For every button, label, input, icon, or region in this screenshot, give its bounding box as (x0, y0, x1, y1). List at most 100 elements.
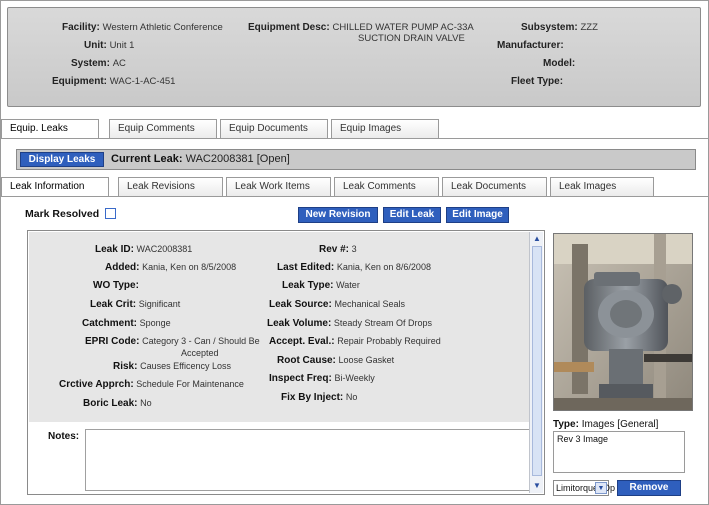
equip-desc-value-line1: CHILLED WATER PUMP AC-33A (332, 22, 474, 33)
tab-leak-documents[interactable]: Leak Documents (442, 177, 547, 197)
fix-by-inject-value: No (345, 392, 358, 402)
scroll-thumb[interactable] (532, 246, 542, 476)
image-description-text: Rev 3 Image (557, 434, 609, 444)
inspect-freq-value: Bi-Weekly (334, 373, 375, 383)
equipment-header: Facility: Western Athletic Conference Un… (7, 7, 701, 107)
image-select[interactable]: Limitorque_Op ▼ (553, 480, 615, 496)
facility-label: Facility: (62, 22, 100, 33)
rev-label: Rev #: (319, 244, 350, 255)
subtab-divider (1, 196, 709, 197)
leak-type-field: Leak Type: Water (282, 280, 360, 291)
tab-leak-images[interactable]: Leak Images (550, 177, 654, 197)
risk-label: Risk: (113, 361, 138, 372)
subsystem-value: ZZZ (580, 22, 598, 33)
mark-resolved-label: Mark Resolved (25, 208, 100, 220)
tab-leak-work-items[interactable]: Leak Work Items (226, 177, 331, 197)
model-row: Model: (543, 58, 575, 69)
equipment-value: WAC-1-AC-451 (109, 76, 176, 87)
image-type-label: Type: (553, 419, 579, 430)
unit-row: Unit: Unit 1 (84, 40, 134, 51)
display-leaks-button[interactable]: Display Leaks (20, 152, 104, 167)
leak-information-panel: Leak ID: WAC2008381 Added: Kania, Ken on… (27, 230, 545, 495)
leak-source-field: Leak Source: Mechanical Seals (269, 299, 405, 310)
image-type: Type: Images [General] (553, 419, 658, 430)
tab-leak-comments[interactable]: Leak Comments (334, 177, 439, 197)
equipment-label: Equipment: (52, 76, 107, 87)
unit-label: Unit: (84, 40, 107, 51)
mark-resolved-checkbox[interactable] (105, 208, 117, 219)
leak-volume-field: Leak Volume: Steady Stream Of Drops (267, 318, 432, 329)
leak-subtabs: Leak Information Leak Revisions Leak Wor… (1, 177, 709, 197)
leak-volume-value: Steady Stream Of Drops (333, 318, 432, 328)
subsystem-row: Subsystem: ZZZ (521, 22, 598, 33)
catchment-value: Sponge (139, 318, 171, 328)
boric-leak-value: No (140, 398, 152, 408)
current-leak-bar: Display Leaks Current Leak: WAC2008381 [… (16, 149, 696, 170)
edit-image-button[interactable]: Edit Image (446, 207, 509, 223)
crctive-apprch-field: Crctive Apprch: Schedule For Maintenance (59, 379, 244, 390)
unit-value: Unit 1 (109, 40, 135, 51)
remove-image-button[interactable]: Remove (617, 480, 681, 496)
tab-divider (1, 138, 709, 139)
tab-equip-comments[interactable]: Equip Comments (109, 119, 217, 139)
leak-crit-label: Leak Crit: (90, 299, 137, 310)
tab-equip-images[interactable]: Equip Images (331, 119, 439, 139)
rev-field: Rev #: 3 (319, 244, 357, 255)
image-description-textarea[interactable]: Rev 3 Image (553, 431, 685, 473)
chevron-down-icon[interactable]: ▼ (595, 482, 607, 494)
leak-id-value: WAC2008381 (136, 244, 193, 254)
epri-code-value: Category 3 - Can / Should Be (142, 336, 260, 346)
leak-details-area: Leak ID: WAC2008381 Added: Kania, Ken on… (29, 232, 529, 422)
valve-actuator-photo (554, 234, 692, 410)
boric-leak-label: Boric Leak: (83, 398, 138, 409)
inspect-freq-field: Inspect Freq: Bi-Weekly (269, 373, 375, 384)
scroll-up-arrow-icon[interactable]: ▲ (531, 233, 543, 245)
mark-resolved: Mark Resolved (25, 208, 117, 220)
epri-code-field: EPRI Code: Category 3 - Can / Should Be (85, 336, 260, 347)
tab-equip-documents[interactable]: Equip Documents (220, 119, 328, 139)
current-leak-value: WAC2008381 [Open] (185, 153, 290, 165)
catchment-field: Catchment: Sponge (82, 318, 171, 329)
tab-leak-revisions[interactable]: Leak Revisions (118, 177, 223, 197)
current-leak-title: Current Leak: WAC2008381 [Open] (111, 153, 290, 165)
catchment-label: Catchment: (82, 318, 138, 329)
info-scrollbar[interactable]: ▲ ▼ (529, 232, 543, 493)
leak-crit-field: Leak Crit: Significant (90, 299, 180, 310)
fix-by-inject-field: Fix By Inject: No (281, 392, 357, 403)
scroll-down-arrow-icon[interactable]: ▼ (531, 480, 543, 492)
equipment-row: Equipment: WAC-1-AC-451 (52, 76, 175, 87)
last-edited-field: Last Edited: Kania, Ken on 8/6/2008 (277, 262, 431, 273)
leak-source-value: Mechanical Seals (334, 299, 405, 309)
leak-crit-value: Significant (138, 299, 181, 309)
manufacturer-label: Manufacturer: (497, 40, 564, 51)
facility-row: Facility: Western Athletic Conference (62, 22, 223, 33)
wo-type-field: WO Type: (93, 280, 139, 291)
subsystem-label: Subsystem: (521, 22, 578, 33)
tab-equip-leaks[interactable]: Equip. Leaks (1, 119, 99, 139)
new-revision-button[interactable]: New Revision (298, 207, 378, 223)
fleet-type-label: Fleet Type: (511, 76, 564, 87)
edit-leak-button[interactable]: Edit Leak (383, 207, 441, 223)
leak-image-thumbnail[interactable] (553, 233, 693, 411)
added-label: Added: (105, 262, 140, 273)
equip-desc-value-line2: SUCTION DRAIN VALVE (358, 33, 465, 44)
fix-by-inject-label: Fix By Inject: (281, 392, 344, 403)
leak-type-value: Water (336, 280, 360, 290)
equip-desc-row: Equipment Desc: CHILLED WATER PUMP AC-33… (248, 22, 474, 33)
root-cause-field: Root Cause: Loose Gasket (277, 355, 394, 366)
leak-volume-label: Leak Volume: (267, 318, 332, 329)
leak-source-label: Leak Source: (269, 299, 332, 310)
accept-eval-value: Repair Probably Required (337, 336, 441, 346)
risk-field: Risk: Causes Efficency Loss (113, 361, 231, 372)
boric-leak-field: Boric Leak: No (83, 398, 152, 409)
system-row: System: AC (71, 58, 126, 69)
current-leak-label: Current Leak: (111, 153, 183, 165)
app-frame: Facility: Western Athletic Conference Un… (0, 0, 709, 505)
system-value: AC (112, 58, 126, 69)
notes-textarea[interactable] (85, 429, 532, 491)
accept-eval-label: Accept. Eval.: (269, 336, 335, 347)
risk-value: Causes Efficency Loss (140, 361, 231, 371)
wo-type-label: WO Type: (93, 280, 139, 291)
tab-leak-information[interactable]: Leak Information (1, 177, 109, 197)
crctive-apprch-label: Crctive Apprch: (59, 379, 134, 390)
